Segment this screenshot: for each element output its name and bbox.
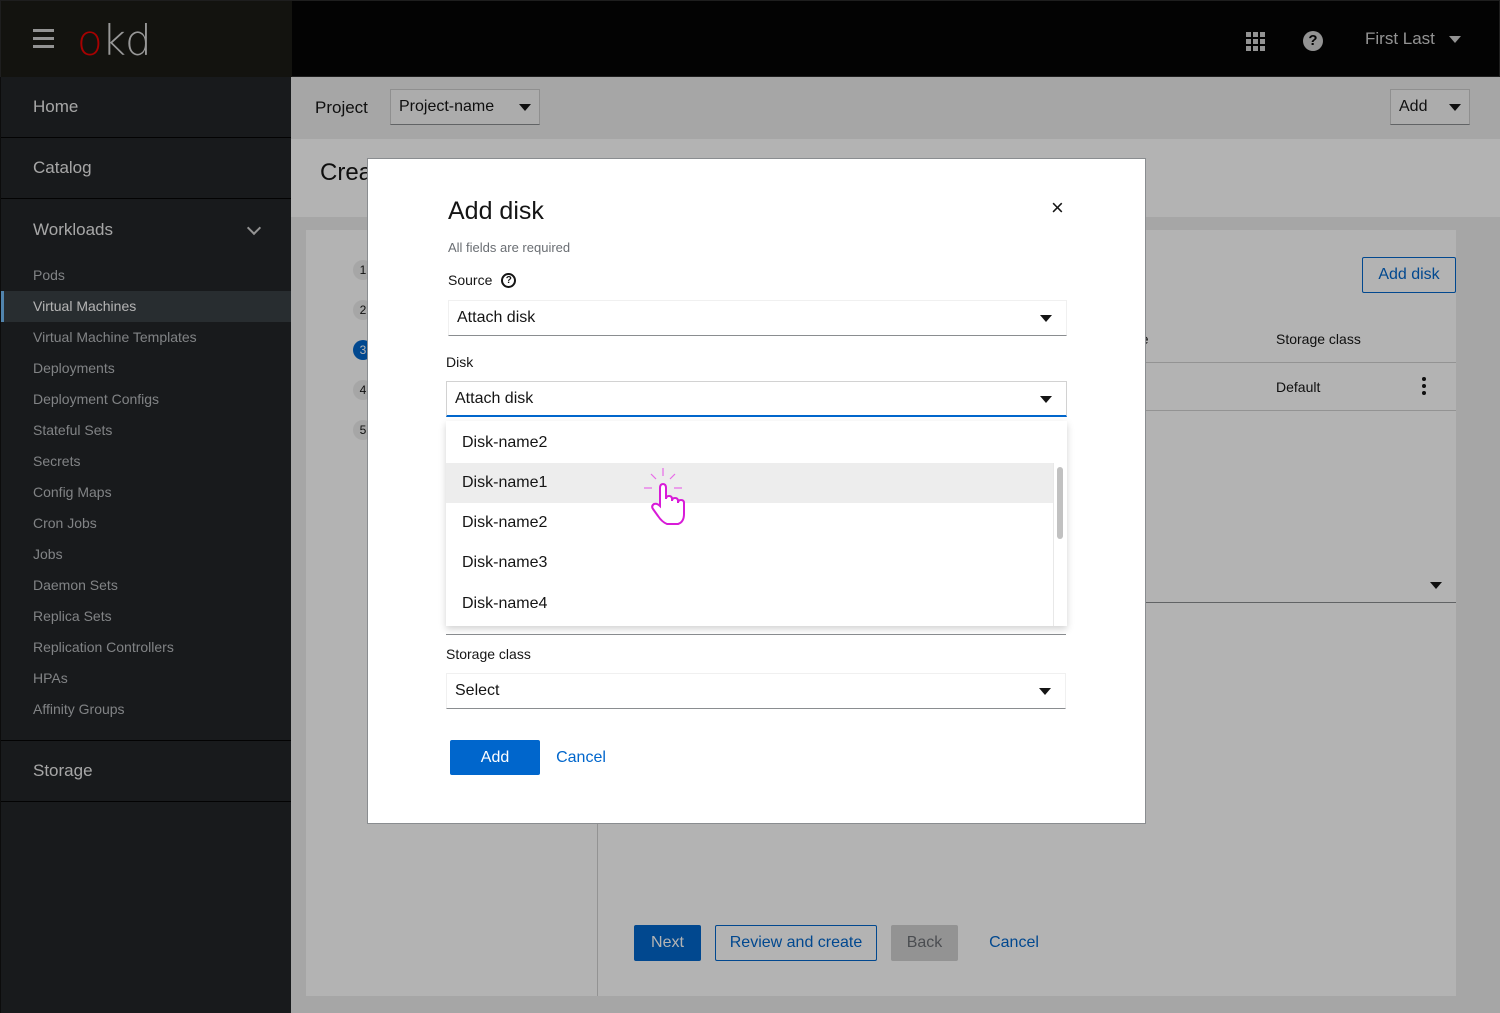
modal-title: Add disk	[448, 197, 544, 225]
source-label-text: Source	[448, 272, 493, 288]
dropdown-option[interactable]: Disk-name4	[446, 584, 1053, 624]
disk-dropdown-menu: Disk-name4 Disk-name3 Disk-name2 Disk-name1…	[446, 421, 1067, 626]
storage-class-label: Storage class	[446, 646, 531, 662]
hidden-field-underline	[446, 634, 1066, 635]
dropdown-option[interactable]: Disk-name3	[446, 543, 1053, 583]
disk-label-text: Disk	[446, 354, 474, 370]
source-select-value: Attach disk	[457, 309, 536, 326]
required-note: All fields are required	[448, 240, 571, 255]
dropdown-option[interactable]: Disk-name2	[446, 423, 1067, 463]
help-icon[interactable]: ?	[501, 272, 517, 288]
scrollbar-thumb[interactable]	[1057, 467, 1063, 539]
storage-class-select-value: Select	[455, 682, 500, 699]
caret-down-icon	[1040, 315, 1052, 322]
storage-class-select[interactable]: Select	[446, 673, 1066, 709]
disk-label: Disk	[446, 354, 473, 370]
storage-class-label-text: Storage class	[446, 646, 531, 662]
add-disk-modal: Add disk × All fields are required Sourc…	[367, 158, 1146, 824]
close-icon[interactable]: ×	[1051, 197, 1064, 219]
caret-down-icon	[1039, 688, 1051, 695]
source-label: Source ?	[448, 272, 517, 288]
disk-select-value: Attach disk	[455, 390, 534, 407]
dropdown-scrollbar[interactable]	[1053, 463, 1067, 626]
cancel-button[interactable]: Cancel	[546, 740, 616, 776]
dropdown-option[interactable]: Disk-name2	[446, 503, 1053, 543]
caret-down-icon	[1040, 396, 1052, 403]
dropdown-option[interactable]: Disk-name1	[446, 463, 1053, 503]
source-select[interactable]: Attach disk	[448, 300, 1067, 336]
disk-select[interactable]: Attach disk	[446, 381, 1067, 417]
add-button[interactable]: Add	[450, 740, 540, 775]
